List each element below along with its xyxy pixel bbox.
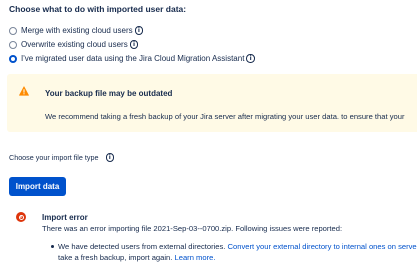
option-overwrite-row[interactable]: Overwrite existing cloud users i (9, 39, 139, 50)
file-type-info-icon[interactable]: i (105, 153, 114, 162)
warning-title: Your backup file may be outdated (45, 89, 173, 98)
learn-more-link[interactable]: Learn more. (175, 253, 216, 262)
warning-text: We recommend taking a fresh backup of yo… (45, 112, 405, 121)
issue-text: We have detected users from external dir… (58, 242, 228, 251)
migrated-label[interactable]: I've migrated user data using the Jira C… (21, 54, 244, 63)
overwrite-radio[interactable] (9, 40, 17, 49)
convert-directory-link[interactable]: Convert your external directory to inter… (228, 242, 417, 251)
migrated-radio[interactable] (9, 54, 17, 63)
overwrite-label[interactable]: Overwrite existing cloud users (21, 40, 128, 49)
bullet-dot (51, 245, 54, 248)
error-icon (16, 212, 26, 222)
warning-icon (19, 86, 29, 96)
merge-info-icon[interactable]: i (134, 26, 144, 35)
merge-radio[interactable] (9, 26, 17, 35)
option-merge-row[interactable]: Merge with existing cloud users i (9, 25, 144, 36)
outdated-backup-warning: Your backup file may be outdated We reco… (7, 74, 417, 132)
import-options-heading: Choose what to do with imported user dat… (9, 4, 187, 14)
error-text: There was an error importing file 2021-S… (42, 224, 343, 233)
error-title: Import error (42, 213, 88, 222)
option-migrated-row[interactable]: I've migrated user data using the Jira C… (9, 53, 255, 64)
migrated-info-icon[interactable]: i (246, 54, 255, 63)
file-type-label: Choose your import file type (9, 153, 99, 162)
error-issue-item: We have detected users from external dir… (51, 241, 417, 263)
import-data-button[interactable]: Import data (9, 177, 66, 196)
merge-label[interactable]: Merge with existing cloud users (21, 26, 133, 35)
file-type-row: Choose your import file type i (9, 153, 114, 162)
overwrite-info-icon[interactable]: i (129, 40, 139, 49)
